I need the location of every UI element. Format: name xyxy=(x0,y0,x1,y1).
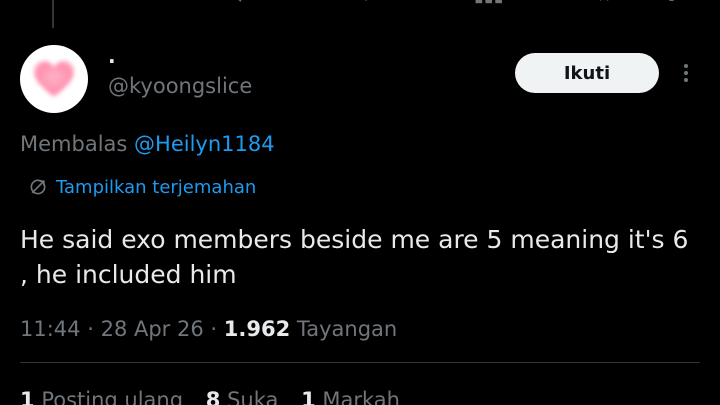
translate-label: Tampilkan terjemahan xyxy=(56,176,257,198)
bookmarks-count: 1 xyxy=(301,388,316,405)
more-vertical-icon[interactable] xyxy=(674,60,698,86)
follow-button[interactable]: Ikuti xyxy=(515,53,659,93)
reposts-stat[interactable]: 1 Posting ulang xyxy=(20,388,183,405)
repost-icon[interactable]: ⇄ xyxy=(236,0,251,6)
meta-separator: · xyxy=(87,317,101,341)
display-name[interactable]: · xyxy=(108,50,116,72)
translate-button[interactable]: Tampilkan terjemahan xyxy=(28,175,256,199)
views-icon[interactable]: ▮▮▮ xyxy=(474,0,504,6)
views-count: 1.962 xyxy=(223,317,291,341)
post-time[interactable]: 11:44 xyxy=(20,317,81,341)
reply-prefix: Membalas xyxy=(20,132,128,156)
previous-post-actions: ◦ ⇄ ♡ ▮▮▮ ★ ⇪ xyxy=(0,0,720,28)
likes-label: Suka xyxy=(227,388,279,405)
user-handle[interactable]: @kyoongslice xyxy=(108,72,252,100)
likes-count: 8 xyxy=(205,388,221,405)
meta-separator: · xyxy=(210,317,224,341)
views-label: Tayangan xyxy=(296,317,398,341)
reply-mention-link[interactable]: @Heilyn1184 xyxy=(134,132,275,156)
bookmark-icon[interactable]: ★ xyxy=(596,0,612,6)
bookmarks-stat[interactable]: 1 Markah xyxy=(301,388,400,405)
likes-stat[interactable]: 8 Suka xyxy=(206,388,279,405)
avatar[interactable] xyxy=(20,45,88,113)
divider xyxy=(20,362,700,363)
reply-context: Membalas @Heilyn1184 xyxy=(20,130,275,158)
reposts-count: 1 xyxy=(20,388,35,405)
post-stats: 1 Posting ulang 8 Suka 1 Markah xyxy=(20,386,416,405)
heart-icon xyxy=(34,61,74,97)
reply-icon[interactable]: ◦ xyxy=(118,0,129,6)
translate-icon xyxy=(30,179,46,195)
post-date[interactable]: 28 Apr 26 xyxy=(101,317,204,341)
share-icon[interactable]: ⇪ xyxy=(664,0,679,6)
bookmarks-label: Markah xyxy=(322,388,400,405)
reposts-label: Posting ulang xyxy=(41,388,184,405)
thread-line xyxy=(52,0,54,28)
post-text: He said exo members beside me are 5 mean… xyxy=(20,225,689,289)
like-icon[interactable]: ♡ xyxy=(358,0,374,6)
post-meta: 11:44 · 28 Apr 26 · 1.962 Tayangan xyxy=(20,315,397,343)
